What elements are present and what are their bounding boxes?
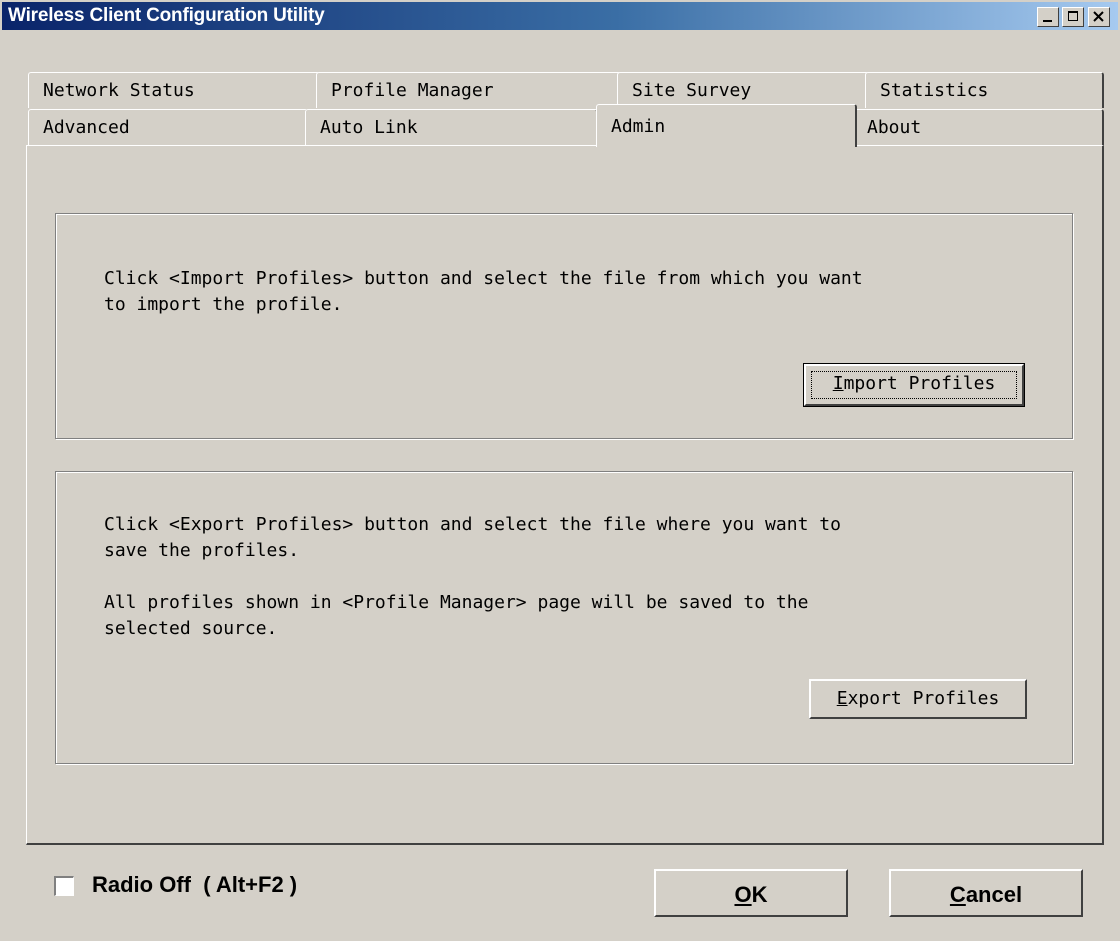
window-title: Wireless Client Configuration Utility [8, 5, 325, 26]
app-window: Wireless Client Configuration Utility Ne… [0, 0, 1120, 941]
tab-label: About [867, 117, 922, 138]
tab-label: Admin [611, 116, 666, 137]
import-profiles-label: Import Profiles [832, 373, 996, 394]
cancel-label: Cancel [949, 882, 1023, 907]
export-profiles-button[interactable]: Export Profiles [809, 679, 1027, 719]
tab-advanced[interactable]: Advanced [28, 109, 308, 145]
minimize-button[interactable] [1037, 7, 1059, 27]
export-description: Click <Export Profiles> button and selec… [104, 514, 841, 639]
cancel-button[interactable]: Cancel [889, 869, 1083, 917]
minimize-icon [1043, 20, 1052, 22]
tab-network-status[interactable]: Network Status [28, 72, 320, 108]
tab-label: Site Survey [632, 80, 752, 101]
tab-label: Statistics [880, 80, 989, 101]
tab-statistics[interactable]: Statistics [865, 72, 1104, 108]
title-bar[interactable]: Wireless Client Configuration Utility [2, 2, 1118, 30]
tab-label: Network Status [43, 80, 195, 101]
import-profiles-button[interactable]: Import Profiles [803, 363, 1025, 407]
tab-about[interactable]: About [852, 109, 1104, 145]
ok-button[interactable]: OK [654, 869, 848, 917]
ok-label: OK [734, 882, 768, 907]
tab-profile-manager[interactable]: Profile Manager [316, 72, 621, 108]
import-profiles-group: Click <Import Profiles> button and selec… [55, 213, 1073, 439]
export-profiles-label: Export Profiles [836, 688, 1000, 709]
maximize-icon [1068, 11, 1078, 21]
radio-off-label[interactable]: Radio Off ( Alt+F2 ) [92, 872, 297, 898]
tab-site-survey[interactable]: Site Survey [617, 72, 869, 108]
tab-label: Advanced [43, 117, 130, 138]
admin-panel: Click <Import Profiles> button and selec… [26, 145, 1104, 845]
export-profiles-group: Click <Export Profiles> button and selec… [55, 471, 1073, 764]
radio-off-checkbox[interactable] [54, 876, 74, 896]
tab-label: Auto Link [320, 117, 418, 138]
close-icon [1093, 11, 1104, 22]
tab-admin[interactable]: Admin [596, 104, 857, 147]
close-button[interactable] [1088, 7, 1110, 27]
tab-label: Profile Manager [331, 80, 494, 101]
tab-auto-link[interactable]: Auto Link [305, 109, 598, 145]
import-description: Click <Import Profiles> button and selec… [104, 268, 863, 315]
maximize-button[interactable] [1062, 7, 1084, 27]
